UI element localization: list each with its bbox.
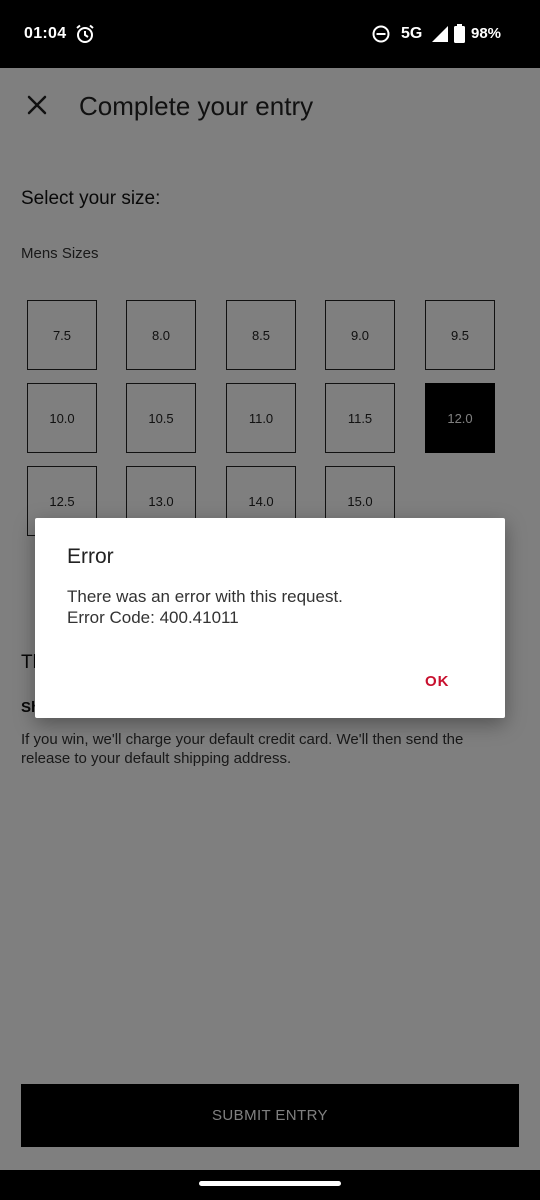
ok-button[interactable]: OK [425,673,450,690]
do-not-disturb-icon [372,25,390,43]
dialog-error-code: Error Code: 400.41011 [67,608,239,627]
alarm-icon [76,24,94,43]
battery-label: 98% [471,25,502,42]
status-time: 01:04 [24,25,67,42]
status-bar: 01:04 5G 98% [0,0,540,68]
battery-icon [454,24,465,43]
home-indicator[interactable] [199,1181,341,1186]
network-label: 5G [401,25,423,42]
dialog-title: Error [67,545,114,568]
dialog-message-line: There was an error with this request. [67,587,343,606]
navigation-bar [0,1170,540,1200]
error-dialog: Error There was an error with this reque… [35,518,505,718]
dialog-message: There was an error with this request. Er… [67,586,343,628]
signal-icon [432,26,448,42]
